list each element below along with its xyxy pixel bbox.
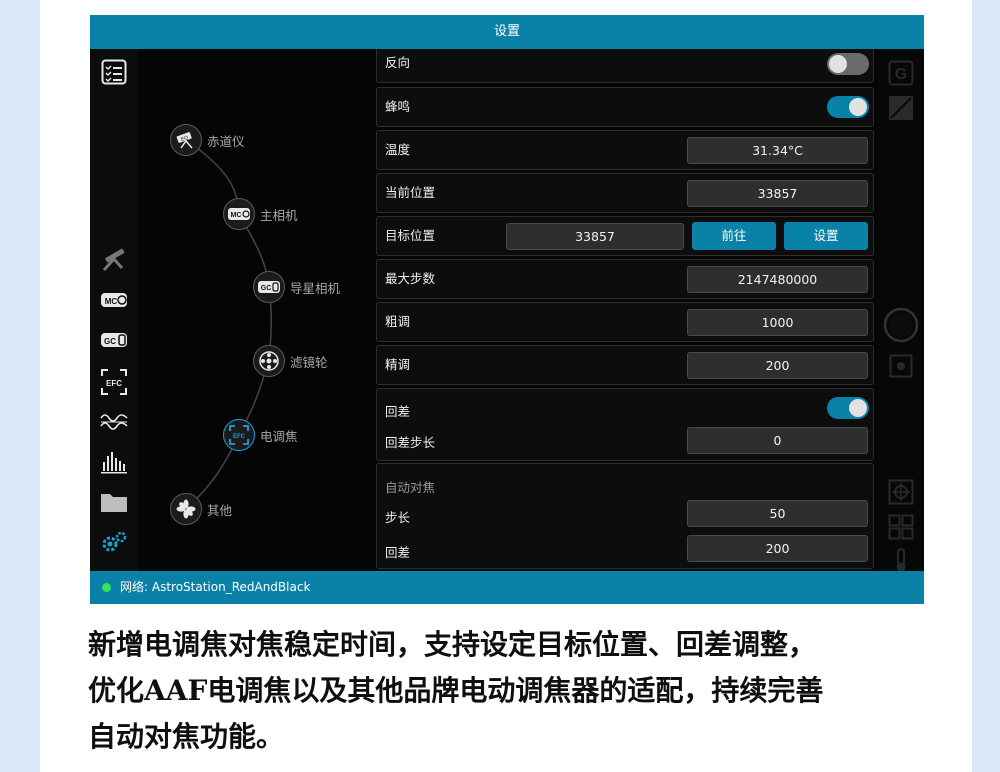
app-screen: 设置 MC GC EFC EQ 赤道仪 MC 主相机 GC 导星相机 滤镜轮 E…	[90, 15, 924, 604]
backlash-step-label: 回差步长	[385, 435, 436, 450]
window-title: 设置	[493, 24, 520, 39]
histogram-icon[interactable]	[99, 447, 129, 477]
fine-label: 精调	[385, 357, 411, 372]
setting-group-autofocus: 自动对焦 步长 50 回差 200	[376, 463, 874, 569]
focuser-icon: EFC	[223, 419, 255, 451]
mount-icon: EQ	[170, 124, 202, 156]
tree-item-mount[interactable]: EQ 赤道仪	[170, 124, 245, 156]
feature-caption: 新增电调焦对焦稳定时间，支持设定目标位置、回差调整， 优化AAF电调焦以及其他品…	[88, 622, 938, 760]
setting-row-max-steps: 最大步数 2147480000	[376, 259, 874, 299]
current-position-label: 当前位置	[385, 185, 436, 200]
focuser-settings-panel: 反向 蜂鸣 温度 31.34°C 当前位置 33857 目标位置 33857 前…	[374, 49, 876, 571]
reverse-toggle[interactable]	[827, 53, 869, 75]
folder-icon[interactable]	[99, 487, 129, 517]
target-position-input[interactable]: 33857	[506, 223, 684, 250]
main-camera-icon[interactable]: MC	[99, 285, 129, 315]
tree-item-main-camera[interactable]: MC 主相机	[223, 198, 298, 230]
efc-icon[interactable]: EFC	[99, 367, 129, 397]
status-bar: 网络: AstroStation_RedAndBlack	[90, 571, 924, 604]
reverse-label: 反向	[385, 55, 411, 70]
setting-row-reverse: 反向	[376, 49, 874, 83]
focuser-node-text: EFC	[233, 434, 246, 440]
max-steps-label: 最大步数	[385, 271, 436, 286]
tree-item-guide-camera[interactable]: GC 导星相机	[253, 271, 340, 303]
backlash-toggle-knob	[849, 399, 867, 417]
setting-row-coarse: 粗调 1000	[376, 302, 874, 342]
other-asterisk-icon	[170, 493, 202, 525]
checklist-icon[interactable]	[99, 57, 129, 87]
title-bar: 设置	[90, 15, 924, 49]
goto-button[interactable]: 前往	[692, 222, 776, 250]
rail-efc-text: EFC	[106, 379, 122, 388]
coarse-label: 粗调	[385, 314, 411, 329]
autofocus-backlash-label: 回差	[385, 545, 411, 560]
beep-toggle[interactable]	[827, 96, 869, 118]
coarse-input[interactable]: 1000	[687, 309, 868, 336]
backlash-step-input[interactable]: 0	[687, 427, 868, 454]
image-adjust-icon[interactable]	[886, 93, 916, 123]
autofocus-backlash-input[interactable]: 200	[687, 535, 868, 562]
image-icon[interactable]	[886, 351, 916, 381]
tree-item-filter-wheel[interactable]: 滤镜轮	[253, 345, 328, 377]
backlash-label: 回差	[385, 404, 411, 419]
settings-gear-icon[interactable]	[99, 527, 129, 557]
beep-label: 蜂鸣	[385, 99, 411, 114]
rail-mc-text: MC	[105, 297, 118, 306]
max-steps-input[interactable]: 2147480000	[687, 266, 868, 293]
current-position-value: 33857	[687, 180, 868, 207]
beep-toggle-knob	[849, 98, 867, 116]
setting-row-fine: 精调 200	[376, 345, 874, 385]
tree-item-other[interactable]: 其他	[170, 493, 232, 525]
tree-label-mount: 赤道仪	[207, 133, 245, 149]
right-rail: G	[878, 49, 924, 572]
guide-camera-icon: GC	[253, 271, 285, 303]
tree-item-focuser[interactable]: EFC 电调焦	[223, 419, 298, 451]
autofocus-step-label: 步长	[385, 510, 411, 525]
temperature-value: 31.34°C	[687, 137, 868, 164]
shutter-button-icon[interactable]	[883, 307, 919, 343]
caption-line-3: 自动对焦功能。	[88, 720, 285, 753]
setting-row-temperature: 温度 31.34°C	[376, 130, 874, 170]
filter-wheel-icon	[253, 345, 285, 377]
setting-group-backlash: 回差 回差步长 0	[376, 388, 874, 461]
g-badge-icon[interactable]: G	[886, 58, 916, 88]
device-tree: EQ 赤道仪 MC 主相机 GC 导星相机 滤镜轮 EFC 电调焦 其他	[138, 49, 374, 571]
setting-row-current-position: 当前位置 33857	[376, 173, 874, 213]
network-status-text: 网络: AstroStation_RedAndBlack	[120, 580, 311, 594]
temperature-label: 温度	[385, 142, 411, 157]
main-camera-node-text: MC	[231, 212, 242, 219]
tree-label-main-camera: 主相机	[260, 207, 298, 223]
tree-label-other: 其他	[207, 502, 233, 518]
grid-icon[interactable]	[886, 512, 916, 542]
autofocus-step-input[interactable]: 50	[687, 500, 868, 527]
autofocus-title: 自动对焦	[385, 480, 436, 495]
setting-row-beep: 蜂鸣	[376, 87, 874, 127]
caption-line-2: 优化AAF电调焦以及其他品牌电动调焦器的适配，持续完善	[88, 674, 824, 707]
setting-row-target-position: 目标位置 33857 前往 设置	[376, 216, 874, 256]
left-rail: MC GC EFC	[90, 49, 138, 571]
caption-line-1: 新增电调焦对焦稳定时间，支持设定目标位置、回差调整，	[88, 628, 817, 661]
waveform-icon[interactable]	[99, 407, 129, 437]
fine-input[interactable]: 200	[687, 352, 868, 379]
tree-label-guide-camera: 导星相机	[290, 280, 341, 296]
connection-status-dot	[102, 583, 111, 592]
guide-camera-icon[interactable]: GC	[99, 325, 129, 355]
telescope-mount-icon[interactable]	[99, 244, 129, 274]
g-badge-text: G	[895, 66, 907, 83]
reverse-toggle-knob	[829, 55, 847, 73]
main-camera-icon: MC	[223, 198, 255, 230]
target-position-label: 目标位置	[385, 228, 436, 243]
tree-label-focuser: 电调焦	[260, 428, 298, 444]
guide-camera-node-text: GC	[261, 285, 272, 292]
tree-label-filter-wheel: 滤镜轮	[290, 354, 328, 370]
backlash-toggle[interactable]	[827, 397, 869, 419]
crosshair-icon[interactable]	[886, 477, 916, 507]
rail-gc-text: GC	[104, 337, 116, 346]
set-target-button[interactable]: 设置	[784, 222, 868, 250]
